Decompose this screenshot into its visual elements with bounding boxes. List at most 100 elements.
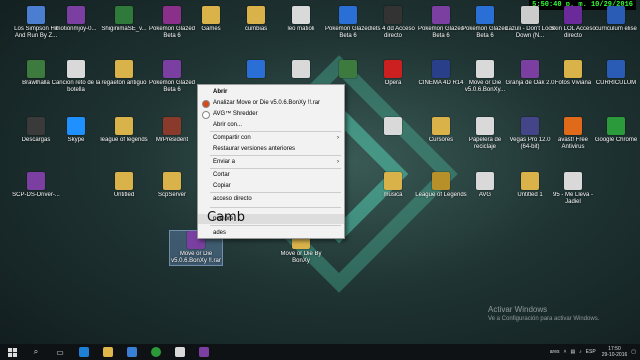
system-clock[interactable]: 17:50 29-10-2016	[602, 346, 628, 358]
desktop-icon[interactable]: regaeton antiguo	[98, 60, 150, 87]
menu-separator	[210, 207, 341, 208]
desktop-icon[interactable]	[367, 117, 419, 137]
context-menu-item[interactable]: Enviar a ›	[198, 157, 344, 167]
context-menu-label: Enviar a	[213, 159, 236, 165]
context-menu-item[interactable]: AVG™ Shredder	[198, 109, 344, 119]
desktop-icon[interactable]: motionmjoy-0...	[50, 6, 102, 33]
desktop-icon[interactable]: ScpServer	[146, 172, 198, 199]
desktop-icon-label: ScpServer	[157, 192, 186, 198]
context-menu-item[interactable]: Analizar Move or Die v5.0.6.BonXy !!.rar	[198, 98, 344, 108]
taskbar-app[interactable]	[192, 344, 216, 360]
desktop-shortcut-icon	[384, 117, 402, 135]
desktop-icon-label: CURRICULUM	[595, 80, 637, 86]
context-menu-item[interactable]: acceso directo	[198, 194, 344, 204]
desktop-icon[interactable]: lets 4 dd Acceso directo	[367, 6, 419, 40]
desktop-shortcut-icon	[115, 60, 133, 78]
taskbar-explorer[interactable]	[96, 344, 120, 360]
desktop-shortcut-icon	[67, 60, 85, 78]
windows-icon	[7, 347, 17, 357]
desktop-shortcut-icon	[247, 6, 265, 24]
desktop-shortcut-icon	[521, 6, 539, 24]
context-menu-label: acceso directo	[213, 196, 252, 202]
language-indicator[interactable]: ESP	[586, 349, 596, 355]
context-menu-item[interactable]: Restaurar versiones anteriores	[198, 144, 344, 154]
tray-chevron-icon[interactable]: ˄	[564, 349, 567, 355]
watermark-subtitle: Ve a Configuración para activar Windows.	[488, 316, 600, 322]
desktop-icon-label: Move or Die v5.0.6.BonXy !!.rar	[171, 251, 221, 264]
desktop-icon[interactable]: Untitled	[98, 172, 150, 199]
desktop-shortcut-icon	[115, 172, 133, 190]
desktop-icon[interactable]: musica	[367, 172, 419, 199]
desktop-icon[interactable]: leo matioli	[275, 6, 327, 33]
volume-icon[interactable]: ♪	[579, 349, 582, 355]
network-icon[interactable]: ▤	[570, 349, 575, 355]
menu-item-icon	[202, 100, 210, 108]
chevron-right-icon: ›	[337, 159, 339, 165]
desktop-icon[interactable]: Opera	[367, 60, 419, 87]
desktop-icon[interactable]: MrPresident	[146, 117, 198, 144]
desktop-shortcut-icon	[384, 60, 402, 78]
desktop-shortcut-icon	[476, 60, 494, 78]
desktop-icon-label: MrPresident	[155, 137, 189, 143]
desktop-icon-label: musica	[383, 192, 403, 198]
task-view-button[interactable]: ▭	[48, 344, 72, 360]
desktop-icon-label: regaeton antiguo	[101, 80, 147, 86]
start-button[interactable]	[0, 344, 24, 360]
desktop-shortcut-icon	[564, 6, 582, 24]
desktop-shortcut-icon	[521, 60, 539, 78]
desktop-shortcut-icon	[27, 60, 45, 78]
context-menu-label: Copiar	[213, 183, 231, 189]
desktop-shortcut-icon	[564, 60, 582, 78]
notifications-icon[interactable]: ▢	[631, 349, 636, 355]
context-menu-item[interactable]: Abrir	[198, 87, 344, 97]
desktop-icon-label: SCP-DS-Driver-...	[12, 192, 60, 198]
desktop-icon[interactable]: curriculum elise	[590, 6, 640, 33]
activation-watermark: Activar Windows Ve a Configuración para …	[488, 305, 599, 322]
desktop-shortcut-icon	[163, 172, 181, 190]
desktop-icon[interactable]: Skype	[50, 117, 102, 144]
desktop-icon[interactable]: SCP-DS-Driver-...	[10, 172, 62, 199]
chrome-icon	[151, 347, 161, 357]
store-icon	[127, 347, 137, 357]
desktop-icon[interactable]: CURRICULUM	[590, 60, 640, 87]
desktop-icon[interactable]	[275, 60, 327, 80]
taskbar-edge[interactable]	[72, 344, 96, 360]
context-menu-item[interactable]: Copiar	[198, 181, 344, 191]
taskbar-store[interactable]	[120, 344, 144, 360]
taskbar-app[interactable]	[168, 344, 192, 360]
desktop-icon-label: lets 4 dd Acceso directo	[371, 26, 415, 39]
desktop-icon-label: motionmjoy-0...	[55, 26, 97, 32]
desktop-icon[interactable]: Pokemon Glazed Beta 6	[146, 60, 198, 94]
context-menu-item[interactable]: Cortar	[198, 170, 344, 180]
app-icon	[199, 347, 209, 357]
desktop-shortcut-icon	[521, 117, 539, 135]
menu-separator	[210, 192, 341, 193]
watermark-title: Activar Windows	[488, 305, 548, 314]
context-menu-label: Compartir con	[213, 135, 251, 141]
desktop-icon[interactable]: Cancion reto de la botella	[50, 60, 102, 94]
context-menu-label: Abrir con...	[213, 122, 243, 128]
desktop-icon-label: Cancion reto de la botella	[51, 80, 101, 93]
desktop-shortcut-icon	[607, 60, 625, 78]
desktop-icon[interactable]: 95 - Me Lleva - Jadiel	[547, 172, 599, 206]
desktop-icon-label: ShiginimaSE_v...	[101, 26, 147, 32]
menu-separator	[210, 168, 341, 169]
desktop-shortcut-icon	[67, 6, 85, 24]
desktop-shortcut-icon	[607, 117, 625, 135]
desktop-shortcut-icon	[384, 172, 402, 190]
desktop-shortcut-icon	[27, 117, 45, 135]
desktop-icon[interactable]: league of legends	[98, 117, 150, 144]
context-menu-item[interactable]: Abrir con...	[198, 120, 344, 130]
desktop-icon-label: leo matioli	[287, 26, 315, 32]
taskbar-chrome[interactable]	[144, 344, 168, 360]
desktop-shortcut-icon	[27, 172, 45, 190]
desktop-icon[interactable]: ShiginimaSE_v...	[98, 6, 150, 33]
context-menu-item[interactable]: ades	[198, 228, 344, 238]
context-menu-item[interactable]: Compartir con ›	[198, 133, 344, 143]
desktop-icon[interactable]: Google Chrome	[590, 117, 640, 144]
desktop-shortcut-icon	[115, 6, 133, 24]
search-button[interactable]: ⌕	[24, 344, 48, 360]
desktop-icon-label: curriculum elise	[595, 26, 637, 32]
context-menu-label: Abrir	[213, 89, 228, 95]
desktop-shortcut-icon	[67, 117, 85, 135]
